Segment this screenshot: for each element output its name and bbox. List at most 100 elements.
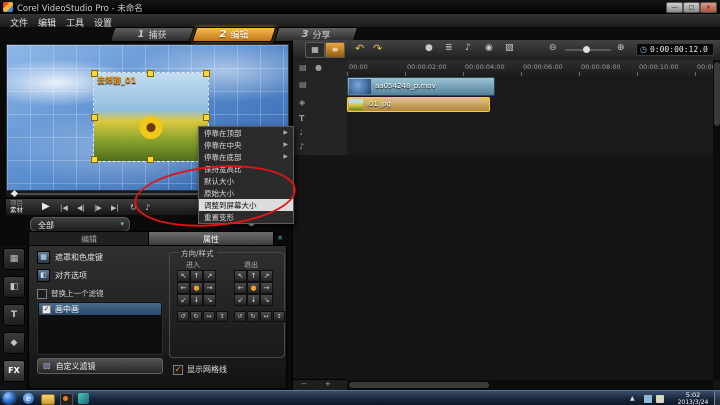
alignment-options-button[interactable]: ◧ 对齐选项 (37, 269, 87, 282)
video-clip[interactable]: aa054248_p.mov (347, 77, 495, 96)
start-button[interactable] (3, 392, 15, 404)
horizontal-scrollbar-thumb[interactable] (349, 382, 489, 388)
storyboard-view-button[interactable]: ▦ (305, 42, 325, 58)
overlay-selection-box[interactable]: 去郊游_01 (93, 72, 209, 162)
resize-handle-tl[interactable] (91, 70, 98, 77)
menu-item-dock-center[interactable]: 停靠在中央▶ (199, 139, 293, 151)
zoom-in-button[interactable]: ⊕ (617, 44, 625, 53)
tab-capture[interactable]: 1捕获 (110, 27, 195, 42)
enter-fade-h-button[interactable]: ↔ (203, 311, 215, 322)
title-track-header[interactable]: T (293, 113, 348, 128)
enter-fade-v-button[interactable]: ↕ (216, 311, 228, 322)
resize-handle-bl[interactable] (91, 156, 98, 163)
security-taskbar-icon[interactable] (78, 393, 89, 404)
mode-clip-button[interactable]: 素材 (10, 207, 23, 214)
category-transition-button[interactable]: ◧ (3, 276, 25, 298)
enter-dir-w[interactable]: ← (177, 282, 190, 294)
enter-rotate-right-button[interactable]: ↻ (190, 311, 202, 322)
menu-item-reset-distortion[interactable]: 重置变形 (199, 211, 293, 223)
track-manager-button[interactable]: ▨ (505, 44, 514, 53)
undo-button[interactable]: ↶ (355, 43, 364, 54)
explorer-taskbar-icon[interactable] (41, 394, 55, 405)
music-track[interactable] (347, 141, 713, 156)
enter-rotate-left-button[interactable]: ↺ (177, 311, 189, 322)
overlay-clip-selected[interactable]: i01.jpg (347, 97, 490, 112)
overlay-track-header[interactable]: ◈ (293, 96, 348, 114)
menu-item-default-size[interactable]: 默认大小 (199, 175, 293, 187)
tray-volume-icon[interactable] (656, 395, 664, 403)
zoom-out-button[interactable]: ⊖ (549, 44, 557, 53)
zoom-in-small-button[interactable]: + (325, 381, 331, 388)
timeline-empty-area[interactable] (293, 155, 713, 380)
menu-item-dock-bottom[interactable]: 停靠在底部▶ (199, 151, 293, 163)
overlay-track[interactable]: i01.jpg (347, 96, 713, 114)
next-frame-button[interactable]: |▶ (94, 204, 102, 212)
title-track[interactable] (347, 113, 713, 128)
sound-mixer-button[interactable]: ≣ (445, 44, 453, 53)
timeline-ruler[interactable]: 00:00 00:00:02:00 00:00:04:00 00:00:06:0… (347, 60, 713, 77)
resize-handle-tm[interactable] (147, 70, 154, 77)
timeline-view-button[interactable]: ≡ (325, 42, 345, 58)
voice-track-header[interactable]: ♩ (293, 127, 348, 142)
mask-chroma-button[interactable]: ▦ 遮罩和色度键 (37, 251, 103, 264)
tab-edit-step[interactable]: 2编辑 (192, 27, 277, 42)
video-track[interactable]: aa054248_p.mov (347, 76, 713, 97)
show-grid-checkbox[interactable]: ✓ (173, 365, 183, 375)
replace-filter-checkbox[interactable] (37, 289, 47, 299)
exit-rotate-right-button[interactable]: ↻ (247, 311, 259, 322)
minimize-button[interactable]: — (666, 2, 683, 13)
exit-dir-nw[interactable]: ↖ (234, 270, 247, 282)
browser-taskbar-icon[interactable]: e (23, 393, 34, 404)
enter-dir-sw[interactable]: ↙ (177, 294, 190, 306)
close-button[interactable]: × (700, 2, 717, 13)
resize-handle-tr[interactable] (203, 70, 210, 77)
exit-fade-v-button[interactable]: ↕ (273, 311, 285, 322)
zoom-out-small-button[interactable]: − (301, 381, 307, 388)
exit-dir-s[interactable]: ↓ (247, 294, 260, 306)
record-capture-button[interactable]: ● (425, 44, 433, 53)
exit-dir-e[interactable]: → (260, 282, 273, 294)
resize-handle-mr[interactable] (203, 114, 210, 121)
menu-item-keep-aspect[interactable]: 保持宽高比 (199, 163, 293, 175)
music-track-header[interactable]: ♪ (293, 141, 348, 156)
tray-network-icon[interactable] (644, 395, 652, 403)
exit-dir-n[interactable]: ↑ (247, 270, 260, 282)
maximize-button[interactable]: □ (683, 2, 700, 13)
exit-dir-center[interactable]: ● (247, 282, 260, 294)
category-filter-button[interactable]: FX (3, 360, 25, 382)
exit-dir-w[interactable]: ← (234, 282, 247, 294)
exit-dir-se[interactable]: ↘ (260, 294, 273, 306)
prev-frame-button[interactable]: ◀| (77, 204, 85, 212)
tray-expand-icon[interactable]: ▲ (630, 396, 635, 402)
exit-rotate-left-button[interactable]: ↺ (234, 311, 246, 322)
vertical-scrollbar[interactable] (713, 60, 720, 380)
collapse-panel-icon[interactable]: « (274, 235, 283, 241)
enter-dir-e[interactable]: → (203, 282, 216, 294)
menu-item-fit-to-screen[interactable]: 调整到屏幕大小 (199, 199, 293, 211)
volume-button[interactable]: ♪ (145, 203, 150, 212)
video-track-header[interactable]: ▤ (293, 76, 348, 97)
exit-dir-ne[interactable]: ↗ (260, 270, 273, 282)
enter-dir-n[interactable]: ↑ (190, 270, 203, 282)
resize-handle-ml[interactable] (91, 114, 98, 121)
filter-list-item[interactable]: ✓ 画中画 (39, 303, 161, 315)
auto-music-button[interactable]: ♪ (465, 44, 471, 53)
go-start-button[interactable]: |◀ (60, 204, 68, 212)
enter-dir-nw[interactable]: ↖ (177, 270, 190, 282)
category-title-button[interactable]: T (3, 304, 25, 326)
enter-dir-center[interactable]: ● (190, 282, 203, 294)
customize-filter-button[interactable]: ▨ 自定义滤镜 (37, 358, 163, 374)
enter-dir-ne[interactable]: ↗ (203, 270, 216, 282)
timeline-zoom-slider-thumb[interactable] (583, 46, 590, 53)
gallery-filter-dropdown[interactable]: 全部 ▾ (30, 217, 130, 232)
scrubber-handle[interactable] (11, 190, 18, 197)
category-media-button[interactable]: ▦ (3, 248, 25, 270)
horizontal-scrollbar[interactable] (347, 380, 713, 390)
media-player-taskbar-icon[interactable] (60, 393, 73, 405)
filter-enabled-checkbox[interactable]: ✓ (42, 305, 51, 314)
play-button[interactable]: ▶ (42, 202, 50, 212)
vertical-scrollbar-thumb[interactable] (714, 62, 720, 126)
ripple-edit-icon[interactable]: ● (315, 64, 322, 72)
show-desktop-button[interactable] (714, 391, 720, 405)
exit-dir-sw[interactable]: ↙ (234, 294, 247, 306)
